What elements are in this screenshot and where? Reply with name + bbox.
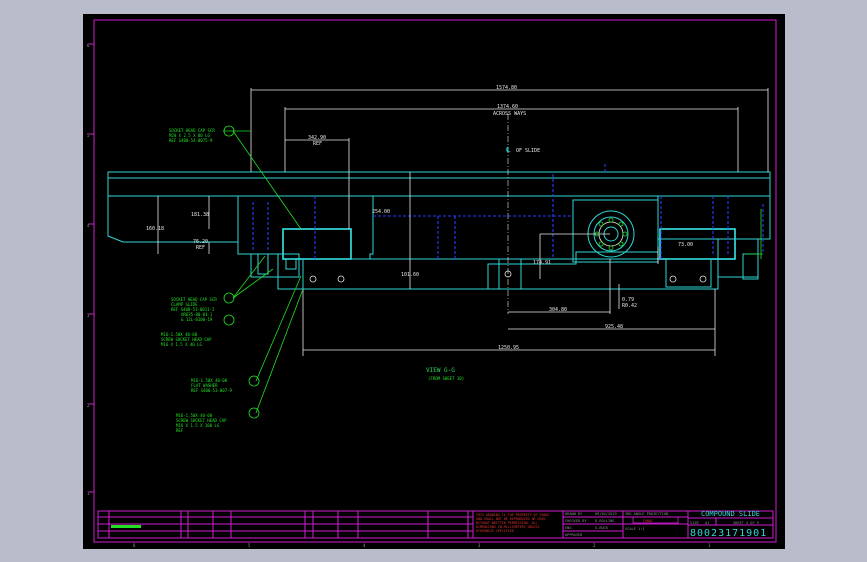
note-1-line3: REF S400-54-0075-9 xyxy=(169,138,213,143)
dim-right-small: 174.91 xyxy=(533,260,551,266)
right-clamp-block xyxy=(659,228,736,260)
company-logo: FANUC xyxy=(643,519,653,523)
view-title: VIEW G-G xyxy=(426,367,455,374)
cl-symbol: ℄ xyxy=(505,146,511,154)
dim-lower-mid: 101.60 xyxy=(401,272,419,278)
dim-top-left-note: REF xyxy=(313,141,322,147)
dim-mid-left: 181.38 xyxy=(191,212,209,218)
red-note-5: OTHERWISE SPECIFIED xyxy=(476,529,514,533)
dimensions: 1574.80 1374.60 ACROSS WAYS 342.90 REF 1… xyxy=(146,85,769,356)
dim-overall: 1574.80 xyxy=(496,85,517,91)
company-logo-box xyxy=(632,516,679,524)
projection-note: 3RD ANGLE PROJECTION xyxy=(625,512,668,516)
cad-drawing-canvas[interactable]: 6 5 4 3 2 1 6 5 4 3 2 1 ℄ OF SLIDE 1574.… xyxy=(83,14,785,549)
slide-body xyxy=(107,171,771,290)
ruler-label: 4 xyxy=(363,543,366,548)
cl-label: OF SLIDE xyxy=(516,148,540,154)
approval-value: D.ROLLINS xyxy=(595,519,614,523)
dim-hole-note: R0.42 xyxy=(622,303,637,309)
size-value: A1 xyxy=(705,521,709,525)
approval-label: CHECKED BY xyxy=(565,519,587,523)
approval-label: DRAWN BY xyxy=(565,512,583,516)
approval-label: ENG xyxy=(565,526,572,530)
bottom-ruler: 6 5 4 3 2 1 xyxy=(133,543,711,548)
drawing-sheet: 6 5 4 3 2 1 6 5 4 3 2 1 ℄ OF SLIDE 1574.… xyxy=(87,19,777,548)
view-subtitle: (FROM SHEET 10) xyxy=(428,376,464,381)
title-block: THIS DRAWING IS THE PROPERTY OF FANUC AN… xyxy=(97,510,774,539)
note-4-line3: M16 X 1.5 X 40 LG xyxy=(161,342,203,347)
dim-rail-note: REF xyxy=(196,245,205,251)
left-ruler: 6 5 4 3 2 1 xyxy=(87,43,94,496)
scale-label: SCALE 1:1 xyxy=(625,527,644,531)
bearing-housing xyxy=(572,199,659,263)
sheet-border xyxy=(93,19,777,543)
ruler-label: 3 xyxy=(478,543,481,548)
dim-left-height: 160.18 xyxy=(146,226,164,232)
approval-value: 09/04/2019 xyxy=(595,512,617,516)
note-5-line3: REF S400-53-007-9 xyxy=(191,388,233,393)
ruler-label: 6 xyxy=(133,543,136,548)
size-label: SIZE xyxy=(690,521,699,525)
dim-across-ways: 1374.60 xyxy=(497,104,518,110)
ruler-label: 1 xyxy=(708,543,711,548)
drawing-title: COMPOUND SLIDE xyxy=(701,510,760,518)
approval-value: G.BUCK xyxy=(595,526,609,530)
dim-bottom-overall: 1250.95 xyxy=(498,345,519,351)
ruler-label: 5 xyxy=(248,543,251,548)
dim-across-ways-note: ACROSS WAYS xyxy=(493,111,526,117)
ruler-label: 2 xyxy=(593,543,596,548)
revision-bar xyxy=(111,525,141,528)
dim-right-rail: 73.00 xyxy=(678,242,693,248)
dim-bottom-1: 304.80 xyxy=(549,307,567,313)
approval-label: APPROVED xyxy=(565,533,582,537)
dim-center-height: 254.00 xyxy=(372,209,390,215)
sheet-label: SHEET 4 OF 9 xyxy=(733,521,759,525)
note-3-line2: & 12L-0100-19 xyxy=(181,317,213,322)
dim-bottom-2: 925.48 xyxy=(605,324,623,330)
drawing-number: 80023171901 xyxy=(690,528,767,539)
note-6-line4: REF xyxy=(176,428,184,433)
